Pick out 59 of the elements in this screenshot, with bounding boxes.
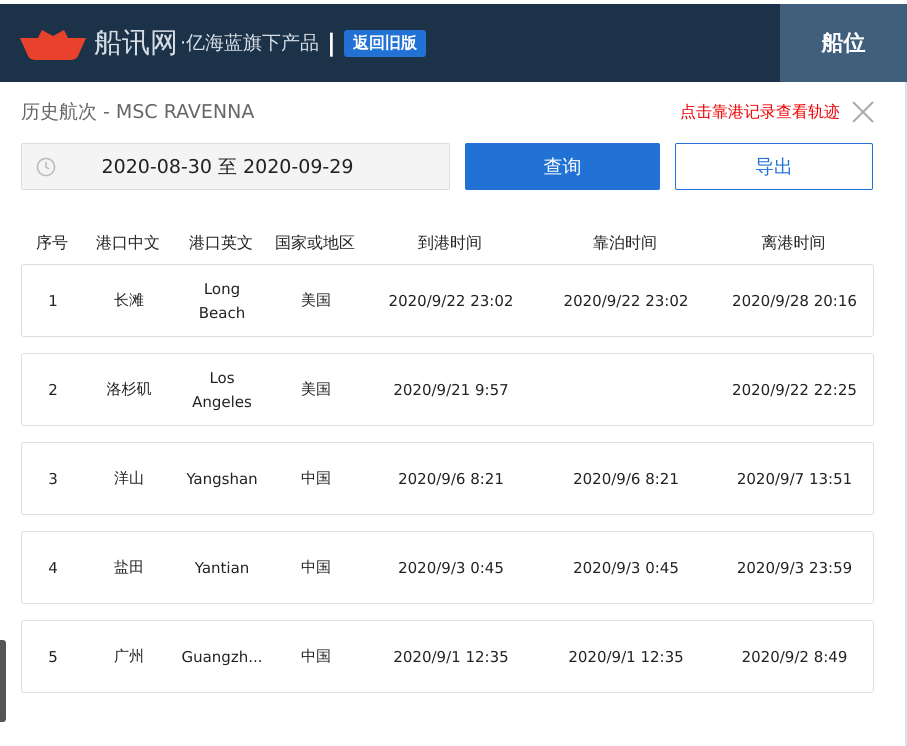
brand-name: 船讯网	[94, 25, 178, 61]
table-cell: 中国	[301, 469, 331, 488]
table-cell: 2020/9/2 8:49	[742, 648, 848, 666]
table-cell: 美国	[301, 380, 331, 399]
table-cell: 盐田	[114, 558, 144, 577]
panel-title: 历史航次 - MSC RAVENNA	[21, 100, 256, 125]
table-cell-text: Guangzh...	[181, 646, 263, 668]
table-cell: 2020/9/22 22:25	[732, 380, 857, 398]
table-cell: 5	[48, 648, 58, 666]
table-cell: 2020/9/7 13:51	[736, 470, 852, 488]
column-header: 序号	[36, 232, 68, 254]
table-cell: 2	[48, 380, 58, 398]
table-cell: 2020/9/22 23:02	[564, 292, 688, 310]
table-cell: 2020/9/3 23:59	[736, 558, 852, 576]
table-cell: 2020/9/6 8:21	[398, 470, 504, 488]
table-cell: 中国	[301, 558, 331, 577]
table-cell: 长滩	[114, 291, 144, 310]
date-range-field[interactable]: 2020-08-30 至 2020-09-29	[21, 143, 450, 190]
table-cell: 洛杉矶	[106, 380, 152, 399]
query-button[interactable]: 查询	[465, 143, 660, 190]
voyage-row[interactable]: 2 洛杉矶 Los Angeles 美国 2020/9/21 9:57 2020/9/22 22:25	[21, 353, 874, 426]
table-cell: 洋山	[114, 469, 144, 488]
voyage-row[interactable]: 1 长滩 Long Beach 美国 2020/9/22 23:02 2020/9/22 23:02 2020/9/28 20:16	[21, 264, 874, 337]
column-header: 到港时间	[418, 232, 482, 254]
column-header: 靠泊时间	[593, 232, 657, 254]
close-icon[interactable]	[852, 101, 874, 123]
table-cell: 2020/9/6 8:21	[573, 470, 679, 488]
separator: |	[327, 29, 336, 57]
table-cell: 2020/9/28 20:16	[732, 292, 857, 310]
table-cell-text: Long Beach	[198, 278, 246, 324]
table-cell: 广州	[114, 647, 144, 666]
table-cell-text: Los Angeles	[191, 368, 253, 412]
column-header: 港口中文	[96, 232, 160, 254]
column-header: 离港时间	[762, 232, 826, 254]
table-cell: 2020/9/21 9:57	[393, 380, 509, 398]
table-cell: 4	[48, 558, 58, 576]
table-cell: 美国	[301, 291, 331, 310]
clock-icon	[36, 156, 56, 176]
ship-position-tab[interactable]: 船位	[780, 4, 907, 82]
column-header: 国家或地区	[275, 232, 355, 254]
column-header: 港口英文	[189, 232, 253, 254]
export-button[interactable]: 导出	[675, 143, 873, 190]
side-handle[interactable]	[0, 640, 6, 722]
table-cell: 2020/9/3 0:45	[573, 558, 679, 576]
table-cell: 2020/9/1 12:35	[393, 648, 509, 666]
track-hint: 点击靠港记录查看轨迹	[680, 102, 840, 122]
voyage-row[interactable]: 4 盐田 Yantian 中国 2020/9/3 0:45 2020/9/3 0:45 2020/9/3 23:59	[21, 531, 874, 604]
table-cell: 2020/9/1 12:35	[568, 648, 684, 666]
voyage-row[interactable]: 5 广州 Guangzh... 中国 2020/9/1 12:35 2020/9/1 12:35 2020/9/2 8:49	[21, 620, 874, 693]
table-cell: 3	[48, 470, 58, 488]
table-cell: 2020/9/22 23:02	[388, 292, 514, 310]
table-cell-text: Yangshan	[186, 468, 258, 490]
table-cell: 1	[48, 292, 58, 310]
brand-tagline: ·亿海蓝旗下产品	[180, 31, 320, 56]
table-cell: 中国	[301, 647, 331, 666]
table-cell: 2020/9/3 0:45	[398, 558, 504, 576]
table-cell-text: Yantian	[194, 558, 250, 578]
old-version-button[interactable]: 返回旧版	[344, 30, 426, 56]
voyage-row[interactable]: 3 洋山 Yangshan 中国 2020/9/6 8:21 2020/9/6 8:21 2020/9/7 13:51	[21, 442, 874, 515]
